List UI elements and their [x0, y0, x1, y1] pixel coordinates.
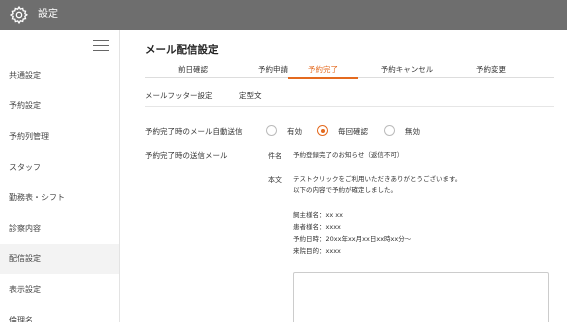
tab-change[interactable]: 予約変更: [463, 64, 519, 78]
divider: [145, 106, 554, 107]
sidebar-item-staff[interactable]: スタッフ: [0, 153, 119, 183]
body-line: テストクリックをご利用いただきありがとうございます。: [293, 175, 462, 183]
radio-confirm-each-label[interactable]: 毎回確認: [338, 126, 368, 137]
body-line: 以下の内容で予約が確定しました。: [293, 186, 397, 194]
tab-day-before[interactable]: 前日確認: [165, 64, 221, 78]
sidebar-item-more[interactable]: 倫理名: [0, 306, 119, 322]
app-title: 設定: [38, 9, 58, 20]
page-title: メール配信設定: [145, 44, 219, 56]
subtab-templates[interactable]: 定型文: [239, 90, 262, 101]
subtab-footer[interactable]: メールフッター設定: [145, 90, 213, 101]
mail-label: 予約完了時の送信メール: [145, 151, 228, 160]
main-content: メール配信設定 前日確認 予約申請 予約完了 予約キャンセル 予約変更 メールフ…: [121, 30, 567, 322]
sidebar-item-consultation[interactable]: 診察内容: [0, 214, 119, 244]
sidebar-item-reservation[interactable]: 予約設定: [0, 91, 119, 121]
mail-subject: 予約登録完了のお知らせ（返信不可）: [293, 151, 404, 159]
mail-body-textarea[interactable]: [293, 272, 549, 322]
sidebar-item-display[interactable]: 表示設定: [0, 275, 119, 305]
sidebar-item-delivery[interactable]: 配信設定: [0, 244, 119, 274]
gear-icon[interactable]: [9, 5, 29, 25]
radio-enabled-label[interactable]: 有効: [287, 126, 302, 137]
tab-complete[interactable]: 予約完了: [288, 64, 358, 79]
app-header: 設定: [0, 0, 567, 30]
radio-disabled-label[interactable]: 無効: [405, 126, 420, 137]
body-line: 飼主様名：xx xx: [293, 211, 343, 219]
radio-disabled[interactable]: [384, 125, 395, 136]
sidebar-item-common[interactable]: 共通設定: [0, 61, 119, 91]
subject-tag: 件名: [268, 152, 282, 160]
body-line: 予約日時：20xx年xx月xx日xx時xx分〜: [293, 235, 412, 243]
radio-enabled[interactable]: [266, 125, 277, 136]
tab-cancel[interactable]: 予約キャンセル: [367, 64, 447, 78]
sidebar: 共通設定 予約設定 予約列管理 スタッフ 勤務表・シフト 診察内容 配信設定 表…: [0, 30, 120, 322]
sidebar-item-reservation-columns[interactable]: 予約列管理: [0, 122, 119, 152]
radio-confirm-each[interactable]: [317, 125, 328, 136]
body-tag: 本文: [268, 176, 282, 184]
menu-icon[interactable]: [93, 40, 109, 52]
mail-tabs: 前日確認 予約申請 予約完了 予約キャンセル 予約変更: [145, 64, 554, 79]
body-line: 来院目的：xxxx: [293, 247, 341, 255]
auto-send-label: 予約完了時のメール自動送信: [145, 127, 243, 136]
sidebar-item-shift[interactable]: 勤務表・シフト: [0, 183, 119, 213]
body-line: 患者様名：xxxx: [293, 223, 341, 231]
